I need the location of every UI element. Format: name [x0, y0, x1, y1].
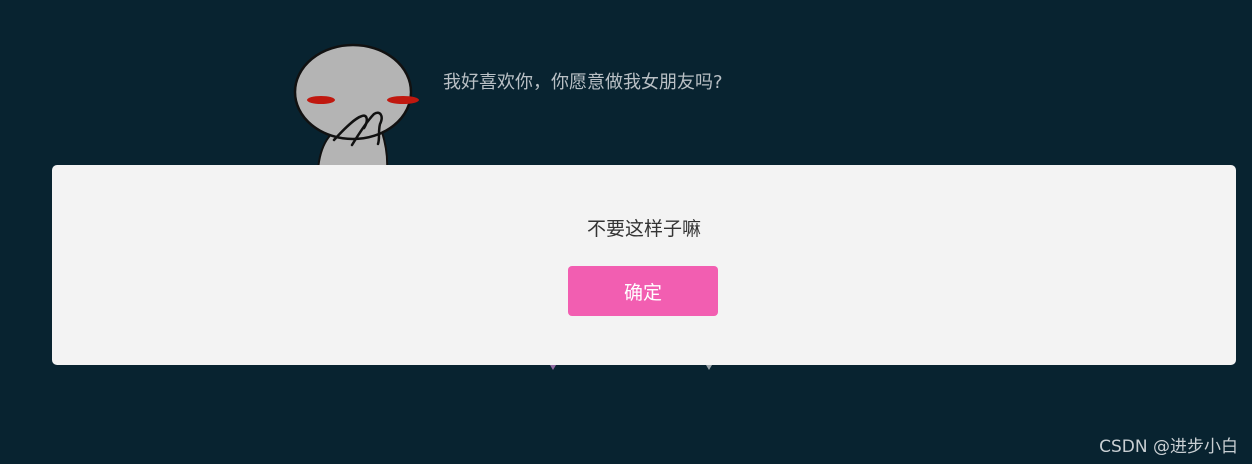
dialog-message: 不要这样子嘛 — [586, 218, 701, 240]
watermark: CSDN @进步小白 — [1099, 437, 1238, 457]
question-text: 我好喜欢你，你愿意做我女朋友吗? — [443, 72, 723, 93]
shy-character-icon — [293, 43, 419, 170]
confirm-button[interactable]: 确定 — [568, 266, 718, 316]
page: 我好喜欢你，你愿意做我女朋友吗? 不要这样子嘛 确定 CSDN @进步小白 — [0, 0, 1252, 464]
alert-dialog: 不要这样子嘛 确定 — [52, 165, 1236, 365]
